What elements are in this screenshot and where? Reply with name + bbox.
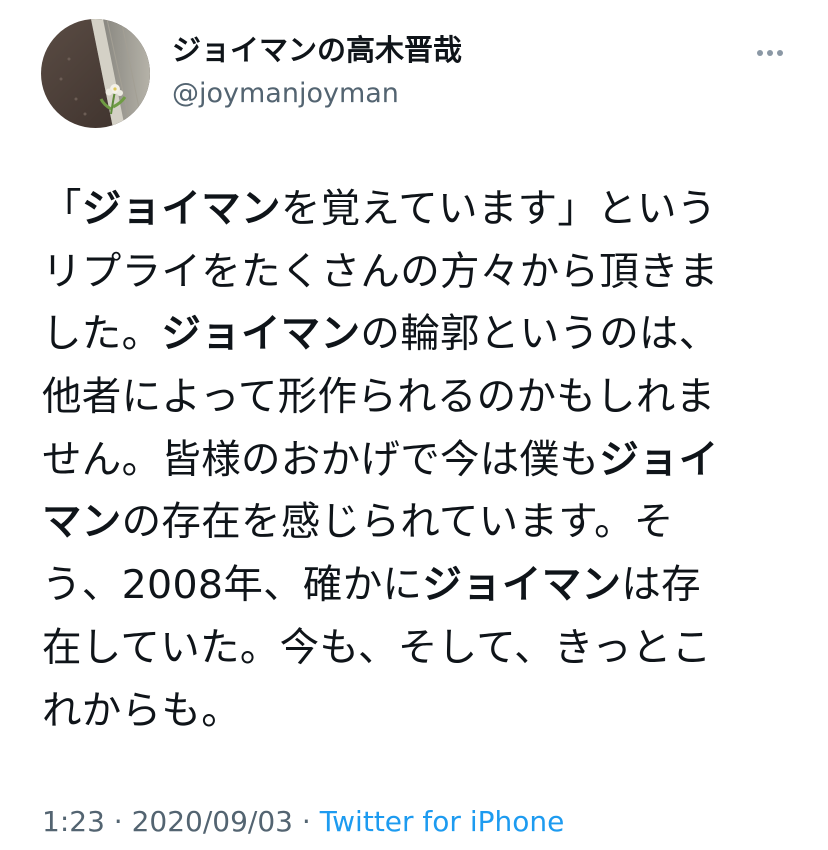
tweet-text-segment: 「 <box>42 186 82 232</box>
author-handle[interactable]: @joymanjoyman <box>172 76 399 112</box>
more-horizontal-icon <box>757 50 783 56</box>
meta-separator: · <box>292 805 320 838</box>
tweet-text-segment: は存 <box>621 562 701 609</box>
tweet-time[interactable]: 1:23 <box>42 805 105 838</box>
meta-separator: · <box>104 805 132 838</box>
tweet-date[interactable]: 2020/09/03 <box>132 805 293 838</box>
tweet-text-segment: れからも。 <box>42 687 241 734</box>
tweet-text-segment: リプライをたくさんの方々から頂きま <box>42 248 719 295</box>
tweet-text-line: 在していた。今も、そして、きっとこ <box>42 617 782 680</box>
tweet: ジョイマンの高木晋哉 @joymanjoyman 「ジョイマンを覚えています」と… <box>0 0 828 850</box>
tweet-text-segment: う、2008年、確かに <box>42 562 423 609</box>
tweet-text-line: れからも。 <box>42 680 782 743</box>
tweet-text-segment: の存在を感じられています。そ <box>121 499 674 546</box>
tweet-text-segment: せん。皆様のおかげで今は僕も <box>42 436 600 483</box>
tweet-text-bold-segment: ジョイマン <box>81 186 281 232</box>
tweet-text: 「ジョイマンを覚えています」という リプライをたくさんの方々から頂きま した。ジョイ… <box>42 178 782 742</box>
tweet-text-bold-segment: ジョイマン <box>422 562 622 609</box>
tweet-text-line: リプライをたくさんの方々から頂きま <box>42 241 782 304</box>
tweet-text-line: 他者によって形作られるのかもしれま <box>42 366 782 429</box>
author-avatar[interactable] <box>41 19 150 128</box>
tweet-text-line: せん。皆様のおかげで今は僕もジョイ <box>42 429 782 492</box>
tweet-text-segment: 他者によって形作られるのかもしれま <box>42 374 716 421</box>
tweet-text-line: 「ジョイマンを覚えています」という <box>42 178 782 241</box>
tweet-text-bold-segment: ジョイ <box>599 436 719 483</box>
tweet-source-link[interactable]: Twitter for iPhone <box>320 805 565 838</box>
avatar-photo-flower-by-wall <box>41 19 150 128</box>
tweet-text-segment: 在していた。今も、そして、きっとこ <box>42 624 712 671</box>
tweet-text-segment: を覚えています」という <box>280 186 717 232</box>
tweet-text-line: マンの存在を感じられています。そ <box>42 491 782 554</box>
tweet-text-segment: した。 <box>42 311 162 358</box>
author-display-name[interactable]: ジョイマンの高木晋哉 <box>172 30 462 70</box>
tweet-text-line: う、2008年、確かにジョイマンは存 <box>42 554 782 617</box>
tweet-text-bold-segment: マン <box>42 499 122 546</box>
tweet-text-segment: の輪郭というのは、 <box>360 311 719 358</box>
tweet-meta: 1:23 · 2020/09/03 · Twitter for iPhone <box>42 802 564 842</box>
tweet-text-bold-segment: ジョイマン <box>161 311 361 358</box>
tweet-text-line: した。ジョイマンの輪郭というのは、 <box>42 303 782 366</box>
more-options-button[interactable] <box>748 36 792 70</box>
